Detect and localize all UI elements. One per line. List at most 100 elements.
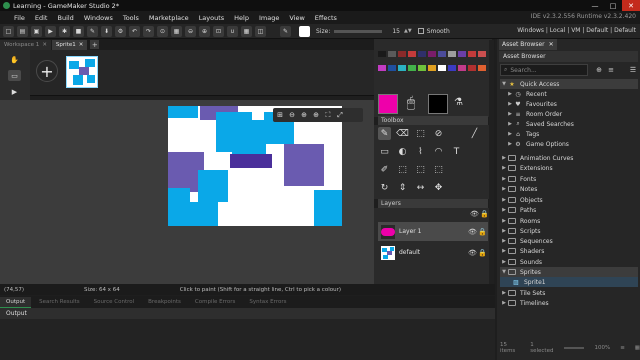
list-view-icon[interactable]: ≡ xyxy=(620,345,625,351)
eye-icon[interactable]: 👁 xyxy=(468,228,477,236)
palette-swatch[interactable] xyxy=(378,51,386,57)
sprite-hand-icon[interactable]: ✋ xyxy=(8,54,21,65)
zoom-out-icon[interactable]: ⊖ xyxy=(287,110,297,120)
magic-wand-tool-icon[interactable]: ⬚ xyxy=(432,163,445,176)
zoom-in-icon[interactable]: ⊕ xyxy=(199,25,210,37)
pencil-mode-icon[interactable]: ✎ xyxy=(280,25,291,37)
rect-select-tool-icon[interactable]: ⬚ xyxy=(396,163,409,176)
zoom-tool-icon[interactable]: ⊙ xyxy=(157,25,168,37)
group-sequences[interactable]: ▶ Sequences xyxy=(500,236,638,246)
menu-edit[interactable]: Edit xyxy=(30,14,53,22)
eye-icon[interactable]: 👁 xyxy=(468,249,477,257)
asset-menu-icon[interactable]: ☰ xyxy=(628,64,638,76)
add-tab-button[interactable]: + xyxy=(90,40,100,49)
group-fonts[interactable]: ▶ Fonts xyxy=(500,174,638,184)
rotate-tool-icon[interactable]: ↻ xyxy=(378,181,391,194)
size-value[interactable]: 15 xyxy=(392,28,400,35)
move-tool-icon[interactable]: ✥ xyxy=(432,181,445,194)
layer-name[interactable]: Layer 1 xyxy=(399,228,468,235)
group-timelines[interactable]: ▶ Timelines xyxy=(500,298,638,308)
text-tool-icon[interactable]: T xyxy=(450,145,463,158)
tab-search-results[interactable]: Search Results xyxy=(33,297,86,308)
select-tool-icon[interactable]: ⊘ xyxy=(432,127,445,140)
expand-arrow-icon[interactable]: ▶ xyxy=(506,141,514,147)
menu-view[interactable]: View xyxy=(284,14,309,22)
fit-view-icon[interactable]: ⛶ xyxy=(323,110,333,120)
smooth-checkbox[interactable] xyxy=(417,28,424,34)
undo-icon[interactable]: ↶ xyxy=(129,25,140,37)
maximize-button[interactable]: □ xyxy=(604,0,622,11)
close-tab-icon[interactable]: ✕ xyxy=(549,41,554,48)
sprite-view-icon[interactable]: ▭ xyxy=(8,70,21,81)
group-notes[interactable]: ▶ Notes xyxy=(500,184,638,194)
close-button[interactable]: ✕ xyxy=(622,0,640,11)
group-shaders[interactable]: ▶ Shaders xyxy=(500,246,638,256)
menu-windows[interactable]: Windows xyxy=(79,14,118,22)
menu-help[interactable]: Help xyxy=(229,14,254,22)
palette-swatch[interactable] xyxy=(388,51,396,57)
play-icon[interactable]: ▶ xyxy=(45,25,56,37)
group-sprites[interactable]: ▼ Sprites xyxy=(500,267,638,277)
palette-swatch[interactable] xyxy=(418,65,426,71)
palette-swatch[interactable] xyxy=(408,51,416,57)
expand-arrow-icon[interactable]: ▶ xyxy=(500,259,508,265)
palette-swatch[interactable] xyxy=(398,51,406,57)
menu-file[interactable]: File xyxy=(0,14,30,22)
color-picker-icon[interactable]: ⚗ xyxy=(454,97,463,108)
group-scripts[interactable]: ▶ Scripts xyxy=(500,226,638,236)
palette-swatch[interactable] xyxy=(468,51,476,57)
palette-swatch[interactable] xyxy=(428,65,436,71)
stroke-color-swatch[interactable] xyxy=(299,25,310,37)
menu-effects[interactable]: Effects xyxy=(310,14,342,22)
tab-sprite1[interactable]: Sprite1 ✕ xyxy=(51,40,88,50)
palette-swatch[interactable] xyxy=(388,65,396,71)
output-console[interactable] xyxy=(0,319,495,360)
open-project-icon[interactable]: ▤ xyxy=(17,25,28,37)
palette-swatch[interactable] xyxy=(448,65,456,71)
palette-swatch[interactable] xyxy=(408,65,416,71)
palette-swatch[interactable] xyxy=(468,65,476,71)
fill-tool-icon[interactable]: ⬚ xyxy=(414,127,427,140)
add-asset-icon[interactable]: ⊕ xyxy=(594,64,604,76)
lock-icon[interactable]: 🔒 xyxy=(478,249,487,257)
group-objects[interactable]: ▶ Objects xyxy=(500,195,638,205)
lock-icon[interactable]: 🔒 xyxy=(478,228,487,236)
layers-header[interactable]: Layers xyxy=(378,199,488,208)
size-slider[interactable] xyxy=(334,29,383,33)
zoom-in-icon[interactable]: ⊕ xyxy=(311,110,321,120)
expand-arrow-icon[interactable]: ▶ xyxy=(500,248,508,254)
group-paths[interactable]: ▶ Paths xyxy=(500,205,638,215)
expand-arrow-icon[interactable]: ▶ xyxy=(500,228,508,234)
tab-workspace-1[interactable]: Workspace 1 ✕ xyxy=(0,40,51,50)
expand-arrow-icon[interactable]: ▶ xyxy=(500,197,508,203)
palette-swatch[interactable] xyxy=(458,51,466,57)
add-frame-button[interactable]: + xyxy=(36,60,58,82)
redo-icon[interactable]: ↷ xyxy=(143,25,154,37)
expand-arrow-icon[interactable]: ▶ xyxy=(500,176,508,182)
tab-syntax-errors[interactable]: Syntax Errors xyxy=(243,297,292,308)
quick-access-row[interactable]: ▼ ★ Quick Access xyxy=(500,79,638,89)
asset-options-icon[interactable]: ≡ xyxy=(606,64,616,76)
group-animation-curves[interactable]: ▶ Animation Curves xyxy=(500,153,638,163)
tab-source-control[interactable]: Source Control xyxy=(88,297,141,308)
lasso-tool-icon[interactable]: ⬚ xyxy=(414,163,427,176)
ellipse-tool-icon[interactable]: ◐ xyxy=(396,145,409,158)
expand-arrow-icon[interactable]: ▶ xyxy=(506,101,514,107)
eyedropper-tool-icon[interactable]: ✐ xyxy=(378,163,391,176)
group-rooms[interactable]: ▶ Rooms xyxy=(500,216,638,226)
new-project-icon[interactable]: □ xyxy=(3,25,14,37)
zoom-reset-icon[interactable]: ⊕ xyxy=(299,110,309,120)
polygon-tool-icon[interactable]: ⌇ xyxy=(414,145,427,158)
image-grid-icon[interactable]: ▦ xyxy=(241,25,252,37)
group-sounds[interactable]: ▶ Sounds xyxy=(500,257,638,267)
layer-row[interactable]: default 👁 🔒 xyxy=(378,243,488,262)
palette-swatch[interactable] xyxy=(438,51,446,57)
expand-arrow-icon[interactable]: ▶ xyxy=(500,186,508,192)
toolbox-header[interactable]: Toolbox xyxy=(378,116,488,125)
target-layout-bar[interactable]: Windows | Local | VM | Default | Default xyxy=(517,27,636,34)
palette-swatch[interactable] xyxy=(438,65,446,71)
stop-icon[interactable]: ■ xyxy=(73,25,84,37)
palette-swatch[interactable] xyxy=(478,65,486,71)
palette-swatch[interactable] xyxy=(478,51,486,57)
lock-icon[interactable]: 🔒 xyxy=(480,210,489,218)
